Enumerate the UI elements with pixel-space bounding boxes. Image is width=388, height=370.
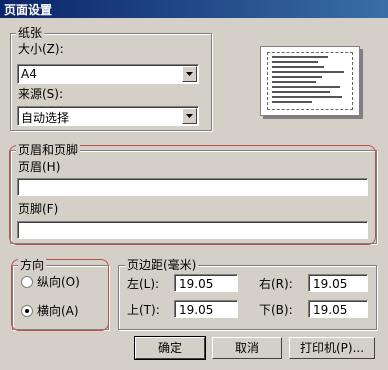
margin-top-input[interactable]: 19.05 <box>174 300 238 318</box>
header-footer-group-label: 页眉和页脚 <box>16 143 81 157</box>
orientation-group-label: 方向 <box>18 258 47 272</box>
margin-right-label: 右(R): <box>259 277 293 291</box>
paper-group-label: 纸张 <box>16 26 45 40</box>
chevron-down-icon[interactable] <box>182 108 197 124</box>
radio-dot <box>25 309 29 313</box>
landscape-label[interactable]: 横向(A) <box>37 304 79 318</box>
portrait-label[interactable]: 纵向(O) <box>37 275 80 289</box>
chevron-down-icon[interactable] <box>182 66 197 82</box>
margin-top-label: 上(T): <box>127 303 160 317</box>
margin-bottom-input[interactable]: 19.05 <box>308 300 368 318</box>
margin-left-label: 左(L): <box>127 277 160 291</box>
ok-button[interactable]: 确定 <box>134 336 206 360</box>
margin-right-input[interactable]: 19.05 <box>308 274 368 292</box>
paper-source-value: 自动选择 <box>21 111 70 125</box>
header-label: 页眉(H) <box>18 160 61 174</box>
printer-button[interactable]: 打印机(P)... <box>289 337 375 359</box>
paper-size-label: 大小(Z): <box>18 42 64 56</box>
title-bar: 页面设置 <box>0 0 388 18</box>
margins-group-label: 页边距(毫米) <box>125 258 199 272</box>
window-title: 页面设置 <box>4 3 53 17</box>
paper-source-label: 来源(S): <box>18 87 64 101</box>
paper-source-select[interactable]: 自动选择 <box>17 106 199 126</box>
cancel-button[interactable]: 取消 <box>212 337 282 359</box>
footer-label: 页脚(F) <box>18 202 59 216</box>
paper-size-select[interactable]: A4 <box>17 64 199 84</box>
footer-field[interactable] <box>17 221 368 239</box>
margin-bottom-label: 下(B): <box>259 303 293 317</box>
header-field[interactable] <box>17 178 368 196</box>
landscape-radio[interactable] <box>21 305 33 317</box>
margin-left-input[interactable]: 19.05 <box>174 274 238 292</box>
paper-size-value: A4 <box>21 67 37 81</box>
portrait-radio[interactable] <box>21 276 33 288</box>
page-preview <box>260 46 360 116</box>
